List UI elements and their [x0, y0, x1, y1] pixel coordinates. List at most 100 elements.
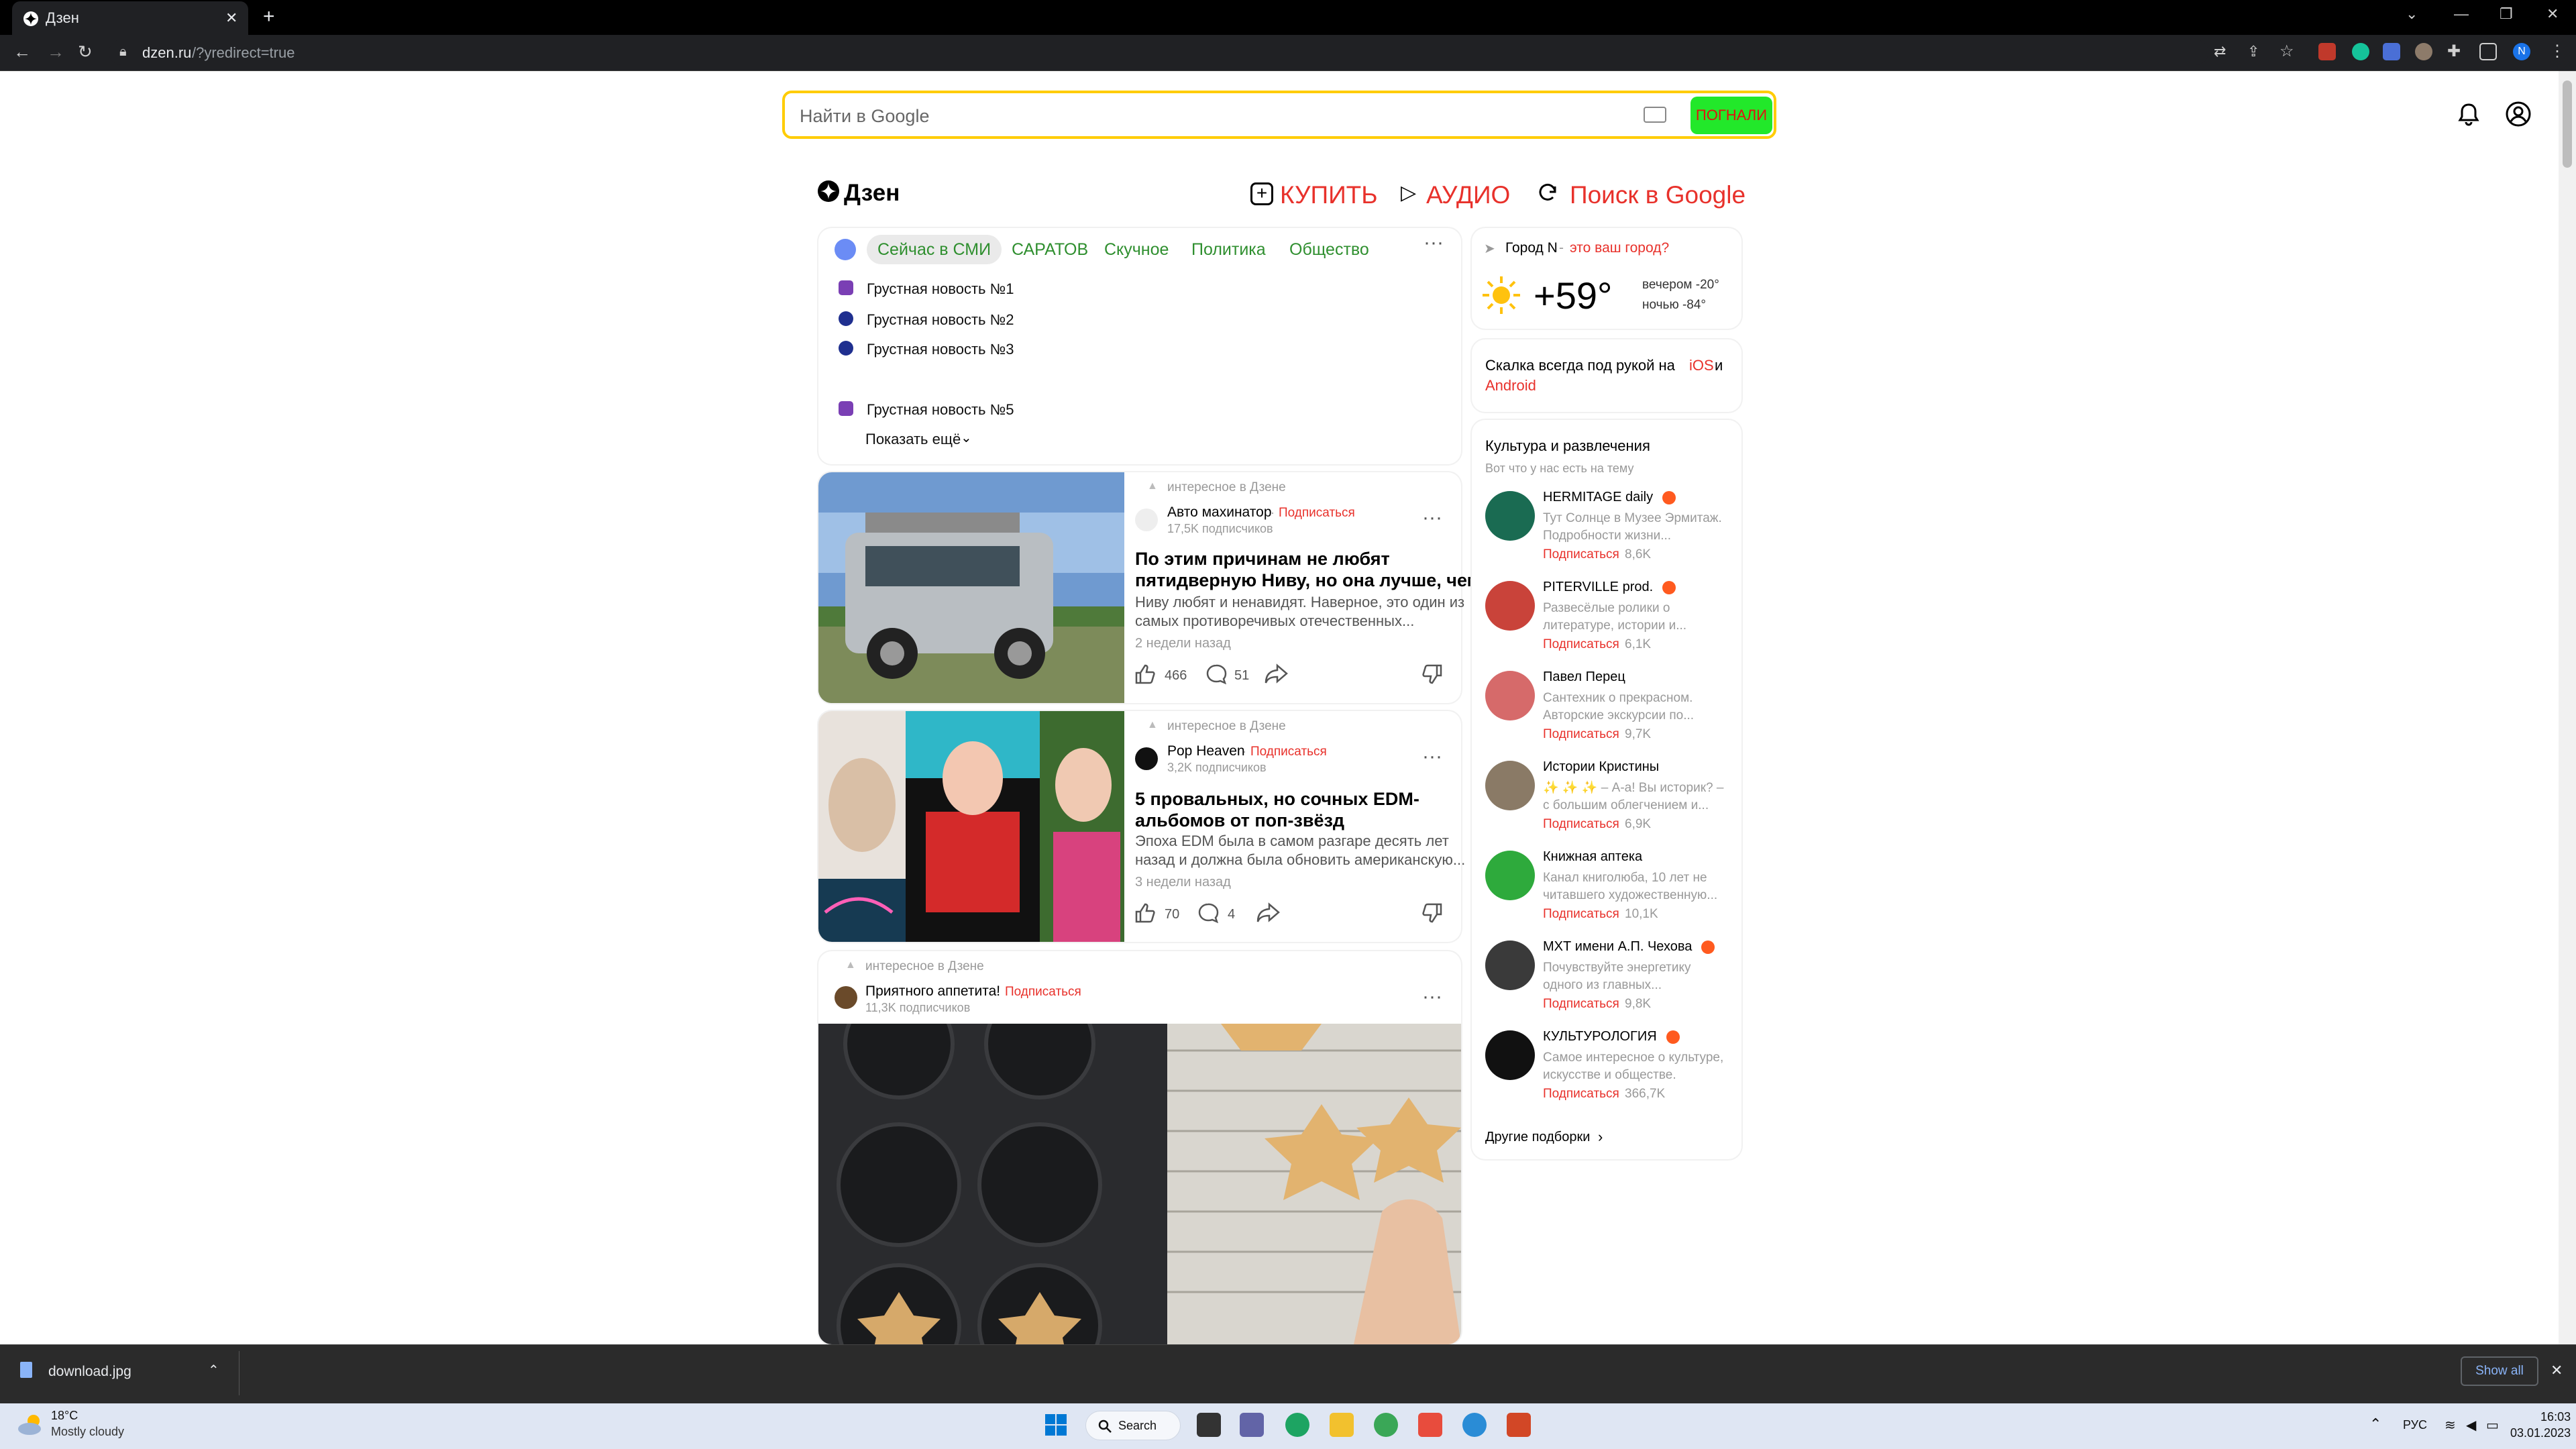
google-search-link[interactable]: Поиск в Google — [1570, 181, 1746, 209]
author-avatar[interactable] — [1135, 747, 1158, 770]
channel-name[interactable]: Павел Перец — [1543, 669, 1625, 685]
channel-item[interactable]: КУЛЬТУРОЛОГИЯ Самое интересное о культуре… — [1483, 1029, 1737, 1110]
channel-item[interactable]: PITERVILLE prod. Развесёлые ролики о литер… — [1483, 580, 1737, 660]
channel-avatar[interactable] — [1485, 671, 1535, 720]
channel-subscribe-link[interactable]: Подписаться — [1543, 727, 1619, 742]
channel-subscribe-link[interactable]: Подписаться — [1543, 817, 1619, 832]
article-title[interactable]: По этим причинам не любят — [1135, 547, 1390, 570]
city-name[interactable]: Город N — [1505, 240, 1558, 256]
channel-subscribe-link[interactable]: Подписаться — [1543, 997, 1619, 1012]
extension-red-icon[interactable] — [2318, 43, 2336, 60]
author-name[interactable]: Pop Heaven — [1167, 743, 1245, 759]
channel-avatar[interactable] — [1485, 491, 1535, 541]
news-item[interactable]: Грустная новость №2 — [867, 311, 1014, 329]
keyboard-icon[interactable] — [1644, 107, 1666, 123]
channel-avatar[interactable] — [1485, 761, 1535, 810]
subscribe-link[interactable]: Подписаться — [1250, 745, 1327, 759]
channel-name[interactable]: HERMITAGE daily — [1543, 490, 1653, 505]
channel-subscribe-link[interactable]: Подписаться — [1543, 1087, 1619, 1102]
new-tab-icon[interactable]: + — [263, 7, 275, 27]
input-language[interactable]: РУС — [2403, 1418, 2427, 1432]
battery-icon[interactable]: ▭ — [2486, 1417, 2499, 1434]
profile-icon[interactable] — [2504, 99, 2533, 129]
page-scrollbar[interactable] — [2559, 71, 2576, 1344]
buy-link[interactable]: КУПИТЬ — [1280, 181, 1378, 209]
channel-name[interactable]: КУЛЬТУРОЛОГИЯ — [1543, 1029, 1657, 1044]
audio-link[interactable]: АУДИО — [1426, 181, 1510, 209]
dislike-icon[interactable] — [1421, 663, 1444, 686]
channel-name[interactable]: МХТ имени А.П. Чехова — [1543, 939, 1692, 955]
dzen-logo-text[interactable]: Дзен — [844, 180, 900, 207]
tab-close-icon[interactable]: ✕ — [225, 9, 237, 27]
channel-name[interactable]: PITERVILLE prod. — [1543, 580, 1653, 595]
wifi-icon[interactable]: ≋ — [2445, 1417, 2456, 1434]
share-icon[interactable]: ⇪ — [2247, 43, 2259, 60]
article-title[interactable]: пятидверную Ниву, но она лучше, чем... — [1135, 569, 1495, 592]
task-view-icon[interactable] — [1197, 1413, 1221, 1437]
bookmark-star-icon[interactable]: ☆ — [2279, 42, 2294, 61]
address-bar[interactable] — [109, 40, 2208, 65]
comment-icon[interactable] — [1205, 663, 1228, 686]
channel-avatar[interactable] — [1485, 581, 1535, 631]
notifications-bell-icon[interactable] — [2454, 99, 2483, 129]
minimize-icon[interactable]: — — [2454, 5, 2469, 23]
article-more-icon[interactable]: ··· — [1422, 987, 1442, 1007]
windows-start-icon[interactable] — [1044, 1413, 1068, 1437]
article-more-icon[interactable]: ··· — [1422, 747, 1442, 767]
weather-cloud-icon[interactable] — [16, 1413, 46, 1437]
article-more-icon[interactable]: ··· — [1422, 508, 1442, 528]
channel-item[interactable]: Истории Кристины ✨ ✨ ✨ – А-а! Вы историк?… — [1483, 759, 1737, 840]
like-icon[interactable] — [1134, 902, 1157, 924]
author-avatar[interactable] — [1135, 508, 1158, 531]
article-description[interactable]: самых противоречивых отечественных... — [1135, 612, 1414, 631]
channel-name[interactable]: Истории Кристины — [1543, 759, 1659, 775]
dzen-logo-icon[interactable] — [817, 180, 840, 203]
download-file-name[interactable]: download.jpg — [48, 1364, 131, 1380]
channel-avatar[interactable] — [1485, 851, 1535, 900]
chevron-up-icon[interactable]: ⌃ — [208, 1362, 219, 1379]
volume-icon[interactable]: ◀︎ — [2466, 1417, 2476, 1434]
app-globe-icon[interactable] — [1462, 1413, 1487, 1437]
author-name[interactable]: Приятного аппетита! — [865, 983, 1000, 1000]
dislike-icon[interactable] — [1421, 902, 1444, 924]
menu-kebab-icon[interactable]: ⋮ — [2549, 42, 2565, 61]
app-red-icon[interactable] — [1418, 1413, 1442, 1437]
reload-icon[interactable]: ↻ — [78, 42, 93, 62]
news-item[interactable]: Грустная новость №3 — [867, 341, 1014, 358]
channel-subscribe-link[interactable]: Подписаться — [1543, 547, 1619, 562]
article-title[interactable]: альбомов от поп-звёзд — [1135, 809, 1344, 832]
profile-avatar-icon[interactable]: N — [2513, 43, 2530, 60]
subscribe-link[interactable]: Подписаться — [1005, 985, 1081, 1000]
comment-icon[interactable] — [1197, 902, 1220, 924]
tab-society[interactable]: Общество — [1289, 240, 1369, 260]
share-arrow-icon[interactable] — [1264, 663, 1289, 686]
more-collections-link[interactable]: Другие подборки — [1485, 1130, 1590, 1145]
channel-name[interactable]: Книжная аптека — [1543, 849, 1642, 865]
chrome-icon[interactable] — [1285, 1413, 1309, 1437]
news-more-icon[interactable]: ··· — [1424, 233, 1444, 253]
extension-avatar-icon[interactable] — [2415, 43, 2432, 60]
share-arrow-icon[interactable] — [1256, 902, 1281, 924]
author-avatar[interactable] — [835, 986, 857, 1009]
channel-item[interactable]: HERMITAGE daily Тут Солнце в Музее Эрмита… — [1483, 490, 1737, 570]
extension-v-icon[interactable] — [2383, 43, 2400, 60]
search-input[interactable] — [800, 105, 1605, 127]
lock-icon[interactable]: 🔒︎ — [119, 44, 127, 60]
subscribe-link[interactable]: Подписаться — [1279, 506, 1355, 521]
channel-avatar[interactable] — [1485, 1030, 1535, 1080]
tab-search-icon[interactable]: ⌄ — [2406, 5, 2418, 23]
back-icon[interactable]: ← — [13, 42, 31, 62]
channel-item[interactable]: Книжная аптека Канал книголюба, 10 лет не… — [1483, 849, 1737, 930]
utorrent-icon[interactable] — [1374, 1413, 1398, 1437]
translate-icon[interactable]: ⇄ — [2214, 43, 2226, 60]
restore-icon[interactable]: ❐ — [2500, 5, 2513, 23]
side-panel-icon[interactable] — [2479, 43, 2497, 60]
tab-saratov[interactable]: САРАТОВ — [1012, 240, 1088, 260]
show-all-button[interactable]: Show all — [2461, 1356, 2538, 1386]
tab-boring[interactable]: Скучное — [1104, 240, 1169, 260]
forward-icon[interactable]: → — [47, 42, 64, 62]
ios-link[interactable]: iOS — [1689, 357, 1714, 374]
scrollbar-thumb[interactable] — [2563, 80, 2572, 168]
file-explorer-icon[interactable] — [1330, 1413, 1354, 1437]
channel-subscribe-link[interactable]: Подписаться — [1543, 637, 1619, 652]
